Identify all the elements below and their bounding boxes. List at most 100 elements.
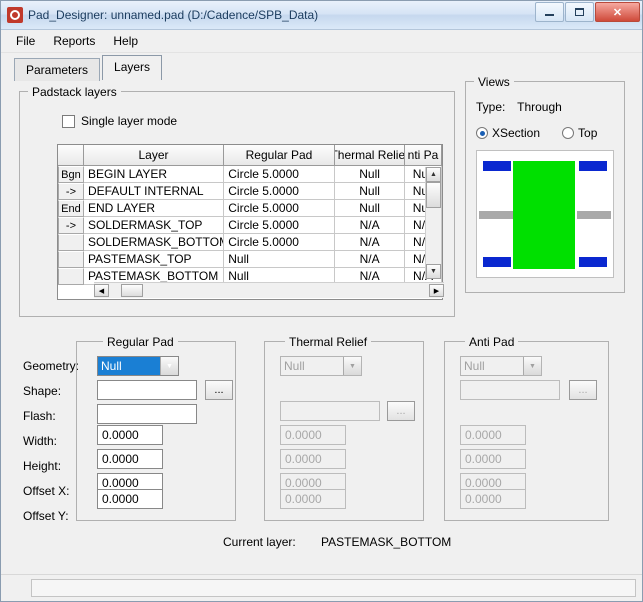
- minimize-button[interactable]: [535, 2, 564, 22]
- anti-pad-shape-browse-button[interactable]: ...: [569, 380, 597, 400]
- thermal-relief-geometry-combo[interactable]: Null ▼: [280, 356, 362, 376]
- anti-pad-offset-y-value: 0.0000: [465, 492, 502, 506]
- table-row[interactable]: PASTEMASK_TOP Null N/A N/A: [58, 251, 442, 268]
- cell-regular-pad[interactable]: Circle 5.0000: [224, 183, 336, 200]
- tab-layers[interactable]: Layers: [102, 55, 163, 80]
- single-layer-mode-checkbox[interactable]: [62, 114, 75, 128]
- maximize-button[interactable]: [565, 2, 594, 22]
- xsection-radio[interactable]: [476, 127, 488, 139]
- row-button-bgn[interactable]: Bgn: [58, 166, 84, 183]
- anti-pad-offset-x-value: 0.0000: [465, 476, 502, 490]
- anti-pad-offset-y-input[interactable]: 0.0000: [460, 489, 526, 509]
- thermal-relief-offset-x-value: 0.0000: [285, 476, 322, 490]
- table-vertical-scrollbar[interactable]: ▲ ▼: [425, 167, 441, 279]
- thermal-relief-offset-y-input[interactable]: 0.0000: [280, 489, 346, 509]
- header-layer[interactable]: Layer: [83, 145, 225, 165]
- table-row[interactable]: End END LAYER Circle 5.0000 Null Null: [58, 200, 442, 217]
- window-title: Pad_Designer: unnamed.pad (D:/Cadence/SP…: [28, 8, 319, 22]
- scroll-right-icon[interactable]: ▶: [429, 284, 444, 297]
- cell-regular-pad[interactable]: Circle 5.0000: [224, 217, 336, 234]
- regular-pad-flash-input[interactable]: [97, 404, 197, 424]
- cell-regular-pad[interactable]: Null: [224, 251, 336, 268]
- menu-bar: File Reports Help: [1, 30, 642, 53]
- cell-layer[interactable]: PASTEMASK_TOP: [83, 251, 225, 268]
- table-row[interactable]: -> DEFAULT INTERNAL Circle 5.0000 Null N…: [58, 183, 442, 200]
- scroll-down-icon[interactable]: ▼: [426, 264, 441, 279]
- top-label[interactable]: Top: [578, 126, 597, 140]
- header-thermal-relief[interactable]: Thermal Relief: [334, 145, 406, 165]
- scroll-left-icon[interactable]: ◀: [94, 284, 109, 297]
- cell-layer[interactable]: DEFAULT INTERNAL: [83, 183, 225, 200]
- cell-regular-pad[interactable]: Circle 5.0000: [224, 166, 336, 183]
- thermal-relief-shape-browse-button[interactable]: ...: [387, 401, 415, 421]
- menu-reports[interactable]: Reports: [44, 31, 104, 51]
- label-shape: Shape:: [23, 384, 62, 398]
- anti-pad-width-input[interactable]: 0.0000: [460, 425, 526, 445]
- top-radio[interactable]: [562, 127, 575, 139]
- cell-thermal-relief[interactable]: Null: [335, 183, 406, 200]
- cell-thermal-relief[interactable]: Null: [335, 166, 406, 183]
- cell-thermal-relief[interactable]: N/A: [335, 234, 406, 251]
- regular-pad-shape-browse-button[interactable]: ...: [205, 380, 233, 400]
- cell-layer[interactable]: END LAYER: [83, 200, 225, 217]
- thermal-relief-height-input[interactable]: 0.0000: [280, 449, 346, 469]
- anti-pad-geometry-combo[interactable]: Null ▼: [460, 356, 542, 376]
- table-row[interactable]: -> SOLDERMASK_TOP Circle 5.0000 N/A N/A: [58, 217, 442, 234]
- vertical-scroll-thumb[interactable]: [426, 182, 441, 208]
- regular-pad-width-value: 0.0000: [102, 428, 139, 442]
- horizontal-scroll-thumb[interactable]: [121, 284, 143, 297]
- xsection-label[interactable]: XSection: [492, 126, 540, 140]
- views-radio-row: XSection Top: [476, 126, 597, 140]
- row-button-next2[interactable]: ->: [58, 217, 84, 234]
- views-type-value: Through: [517, 100, 562, 114]
- row-button-blank2[interactable]: [58, 251, 84, 268]
- cell-layer[interactable]: BEGIN LAYER: [83, 166, 225, 183]
- cell-thermal-relief[interactable]: N/A: [335, 251, 406, 268]
- anti-pad-shape-input[interactable]: [460, 380, 560, 400]
- row-button-blank1[interactable]: [58, 234, 84, 251]
- anti-pad-height-value: 0.0000: [465, 452, 502, 466]
- maximize-icon: [575, 8, 584, 16]
- regular-pad-geometry-combo[interactable]: Null ▼: [97, 356, 179, 376]
- close-button[interactable]: ✕: [595, 2, 640, 22]
- padstack-layers-table: Layer Regular Pad Thermal Relief nti Pa …: [57, 144, 444, 300]
- thermal-relief-offset-y-value: 0.0000: [285, 492, 322, 506]
- scroll-up-icon[interactable]: ▲: [426, 167, 441, 182]
- current-layer-value: PASTEMASK_BOTTOM: [321, 535, 452, 549]
- row-button-blank3[interactable]: [58, 268, 84, 285]
- tab-parameters[interactable]: Parameters: [14, 58, 101, 81]
- label-width: Width:: [23, 434, 58, 448]
- header-btn-col: [58, 145, 84, 165]
- row-button-end[interactable]: End: [58, 200, 84, 217]
- chevron-down-icon[interactable]: ▼: [523, 357, 541, 375]
- table-header-row: Layer Regular Pad Thermal Relief nti Pa: [58, 145, 442, 166]
- regular-pad-height-input[interactable]: 0.0000: [97, 449, 163, 469]
- current-layer-row: Current layer: PASTEMASK_BOTTOM: [223, 535, 451, 549]
- cell-thermal-relief[interactable]: Null: [335, 200, 406, 217]
- thermal-relief-geometry-value: Null: [284, 359, 305, 373]
- chevron-down-icon[interactable]: ▼: [160, 357, 178, 375]
- cell-layer[interactable]: SOLDERMASK_BOTTOM: [83, 234, 225, 251]
- current-layer-label: Current layer:: [223, 535, 296, 549]
- cell-layer[interactable]: SOLDERMASK_TOP: [83, 217, 225, 234]
- regular-pad-width-input[interactable]: 0.0000: [97, 425, 163, 445]
- row-button-next[interactable]: ->: [58, 183, 84, 200]
- table-row[interactable]: SOLDERMASK_BOTTOM Circle 5.0000 N/A N/A: [58, 234, 442, 251]
- thermal-relief-shape-input[interactable]: [280, 401, 380, 421]
- header-regular-pad[interactable]: Regular Pad: [224, 145, 335, 165]
- single-layer-mode-row[interactable]: Single layer mode: [62, 114, 177, 128]
- menu-file[interactable]: File: [7, 31, 44, 51]
- menu-help[interactable]: Help: [104, 31, 147, 51]
- cell-thermal-relief[interactable]: N/A: [335, 217, 406, 234]
- anti-pad-height-input[interactable]: 0.0000: [460, 449, 526, 469]
- thermal-relief-width-input[interactable]: 0.0000: [280, 425, 346, 445]
- table-horizontal-scrollbar[interactable]: ◀ ▶: [94, 282, 444, 298]
- cell-regular-pad[interactable]: Circle 5.0000: [224, 234, 336, 251]
- table-row[interactable]: Bgn BEGIN LAYER Circle 5.0000 Null Null: [58, 166, 442, 183]
- regular-pad-offset-y-input[interactable]: 0.0000: [97, 489, 163, 509]
- header-anti-pad[interactable]: nti Pa: [405, 145, 442, 165]
- chevron-down-icon[interactable]: ▼: [343, 357, 361, 375]
- cell-regular-pad[interactable]: Circle 5.0000: [224, 200, 336, 217]
- regular-pad-shape-input[interactable]: [97, 380, 197, 400]
- preview-pad-bottom-right: [579, 257, 607, 267]
